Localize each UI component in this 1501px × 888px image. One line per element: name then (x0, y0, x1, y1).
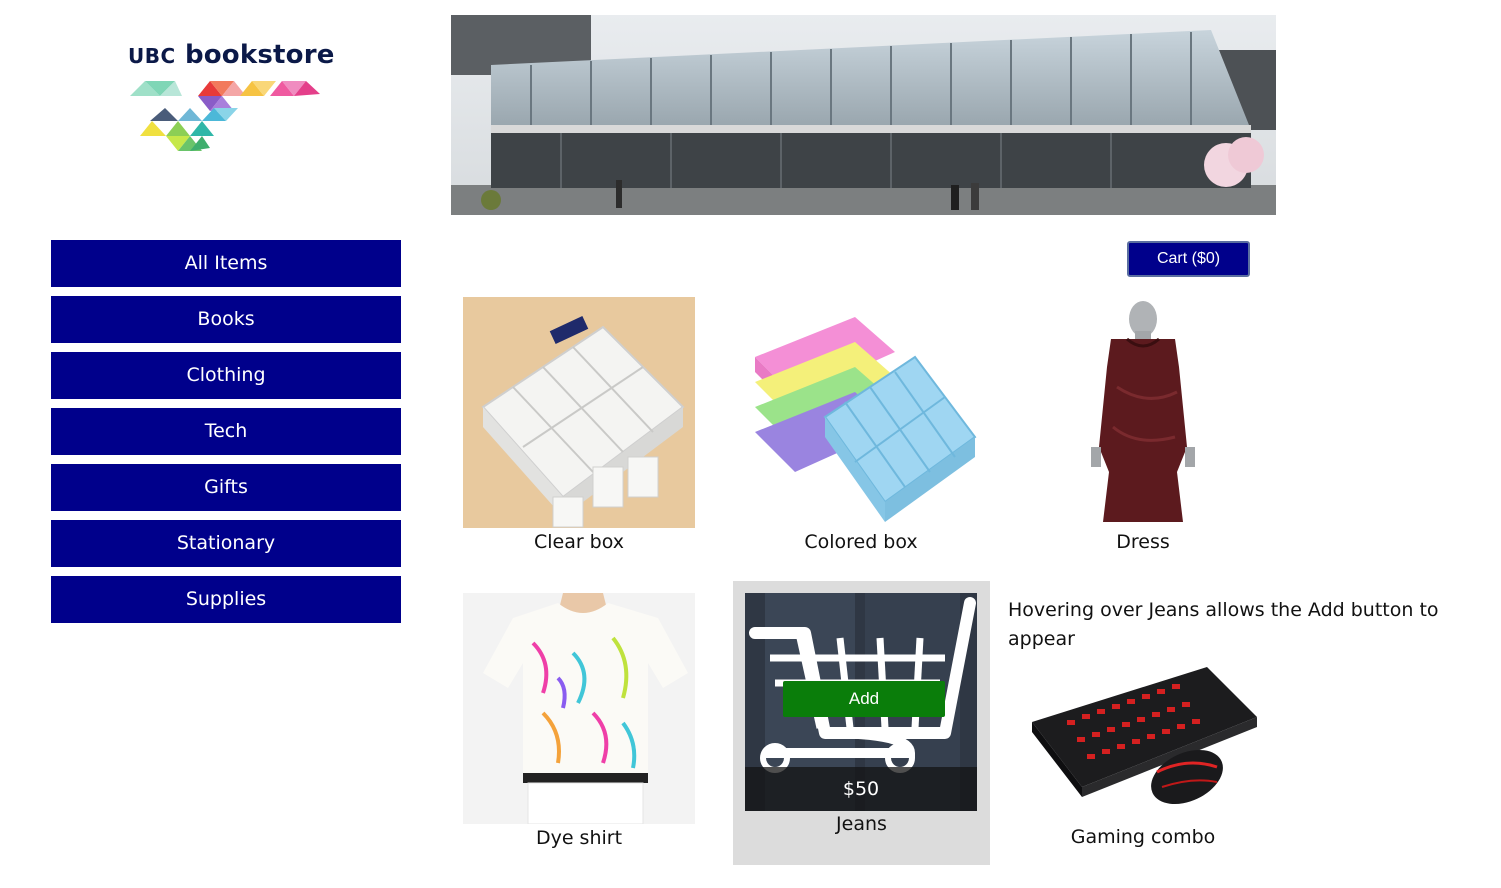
nav-all-items[interactable]: All Items (51, 240, 401, 287)
logo-bookstore: bookstore (184, 40, 335, 70)
bookstore-logo[interactable]: UBC bookstore (120, 36, 335, 176)
nav-books[interactable]: Books (51, 296, 401, 343)
logo-wordmark: UBC bookstore (128, 40, 335, 70)
colored-box-image (745, 297, 977, 528)
clear-box-image (463, 297, 695, 528)
jeans-price: $50 (745, 767, 977, 811)
nav-clothing[interactable]: Clothing (51, 352, 401, 399)
product-card-dress[interactable]: Dress (1027, 297, 1259, 562)
product-card-clear-box[interactable]: Clear box (463, 297, 695, 562)
cart-button[interactable]: Cart ($0) (1127, 241, 1250, 277)
logo-triangles-graphic (130, 81, 320, 151)
jeans-image: Add $50 (745, 593, 977, 811)
category-nav: All Items Books Clothing Tech Gifts Stat… (51, 240, 401, 632)
logo-ubc: UBC (128, 44, 176, 68)
add-to-cart-button[interactable]: Add (783, 681, 945, 717)
product-name: Dress (1116, 531, 1170, 553)
dress-image (1027, 297, 1259, 528)
nav-stationary[interactable]: Stationary (51, 520, 401, 567)
product-name: Dye shirt (535, 827, 623, 849)
product-name: Colored box (804, 531, 918, 553)
product-card-dye-shirt[interactable]: Dye shirt (463, 593, 695, 858)
hero-building-image (451, 15, 1276, 215)
nav-tech[interactable]: Tech (51, 408, 401, 455)
dye-shirt-image (463, 593, 695, 824)
nav-supplies[interactable]: Supplies (51, 576, 401, 623)
product-card-gaming-combo[interactable]: Gaming combo (1027, 662, 1259, 862)
nav-gifts[interactable]: Gifts (51, 464, 401, 511)
gaming-combo-image (1027, 662, 1259, 824)
product-name: Clear box (533, 531, 625, 553)
hover-instruction-text: Hovering over Jeans allows the Add butto… (1008, 599, 1439, 650)
product-name: Jeans (836, 813, 887, 835)
product-card-jeans[interactable]: Add $50 Jeans (733, 581, 990, 865)
product-name: Gaming combo (1070, 826, 1216, 848)
product-card-colored-box[interactable]: Colored box (745, 297, 977, 562)
